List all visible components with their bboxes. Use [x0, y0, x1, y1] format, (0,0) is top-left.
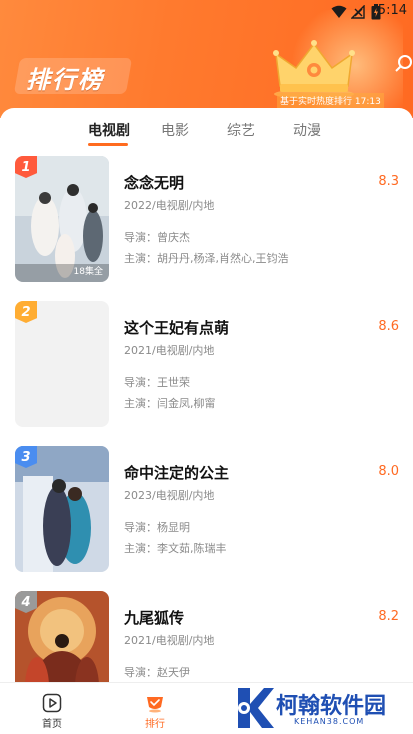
item-title: 命中注定的公主 [124, 464, 230, 482]
search-icon[interactable] [393, 54, 413, 74]
list-item[interactable]: 1 18集全 念念无明 2022/电视剧/内地 导演：曾庆杰 主演：胡丹丹,杨泽… [0, 156, 413, 301]
item-director: 导演：曾庆杰 [124, 231, 190, 244]
item-cast: 主演：闫金凤,柳甯 [124, 397, 216, 410]
list-item[interactable]: 4 九尾狐传 2021/电视剧/内地 导演：赵天伊 8.2 [0, 591, 413, 682]
tab-tv-series[interactable]: 电视剧 [88, 120, 130, 140]
update-note: 基于实时热度排行 17:13 [277, 93, 384, 108]
item-director: 导演：王世荣 [124, 376, 190, 389]
status-bar: 5:14 [0, 0, 413, 26]
item-title: 这个王妃有点萌 [124, 319, 230, 337]
item-meta: 2021/电视剧/内地 [124, 344, 215, 357]
crown-icon [273, 40, 355, 99]
item-meta: 2021/电视剧/内地 [124, 634, 215, 647]
kehan-logo-icon [238, 688, 274, 728]
poster-image: 3 [15, 446, 109, 572]
header: 5:14 排行榜 基于实时热度排行 17:13 [0, 0, 413, 118]
nav-home-label: 首页 [42, 719, 62, 730]
play-icon [42, 693, 62, 713]
status-time: 5:14 [377, 3, 407, 18]
item-score: 8.0 [378, 464, 399, 479]
nav-ranking[interactable]: 排行 [130, 689, 180, 730]
page-title: 排行榜 [26, 66, 104, 94]
item-title: 念念无明 [124, 174, 185, 192]
category-tabs: 电视剧 电影 综艺 动漫 [0, 108, 413, 148]
tab-anime[interactable]: 动漫 [293, 120, 321, 140]
poster-image: 2 [15, 301, 109, 427]
poster-image: 4 [15, 591, 109, 682]
item-cast: 主演：李文茹,陈瑞丰 [124, 542, 227, 555]
item-cast: 主演：胡丹丹,杨泽,肖然心,王钧浩 [124, 252, 289, 265]
poster-image: 1 18集全 [15, 156, 109, 282]
nav-home[interactable]: 首页 [27, 689, 77, 730]
tab-variety[interactable]: 综艺 [227, 120, 255, 140]
ranking-content: 电视剧 电影 综艺 动漫 1 18集全 念念无明 2022/电视剧/内地 导演：… [0, 108, 413, 682]
item-title: 九尾狐传 [124, 609, 185, 627]
item-meta: 2022/电视剧/内地 [124, 199, 215, 212]
nav-ranking-label: 排行 [145, 719, 165, 730]
watermark-name: 柯翰软件园 [276, 694, 387, 719]
ranking-icon [147, 697, 163, 713]
watermark-url: KEHAN38.COM [294, 717, 365, 726]
rank-badge: 2 [15, 301, 37, 323]
list-item[interactable]: 2 这个王妃有点萌 2021/电视剧/内地 导演：王世荣 主演：闫金凤,柳甯 8… [0, 301, 413, 446]
item-meta: 2023/电视剧/内地 [124, 489, 215, 502]
watermark: 柯翰软件园 KEHAN38.COM [234, 684, 404, 732]
item-score: 8.2 [378, 609, 399, 624]
episode-tag: 18集全 [73, 267, 103, 277]
tab-indicator [88, 143, 128, 146]
tab-movies[interactable]: 电影 [161, 120, 189, 140]
item-director: 导演：杨显明 [124, 521, 190, 534]
ranking-list: 1 18集全 念念无明 2022/电视剧/内地 导演：曾庆杰 主演：胡丹丹,杨泽… [0, 156, 413, 682]
item-director: 导演：赵天伊 [124, 666, 190, 679]
wifi-icon [331, 5, 347, 18]
item-score: 8.6 [378, 319, 399, 334]
signal-icon [351, 5, 365, 19]
list-item[interactable]: 3 命中注定的公主 2023/电视剧/内地 导演：杨显明 主演：李文茹,陈瑞丰 … [0, 446, 413, 591]
item-score: 8.3 [378, 174, 399, 189]
